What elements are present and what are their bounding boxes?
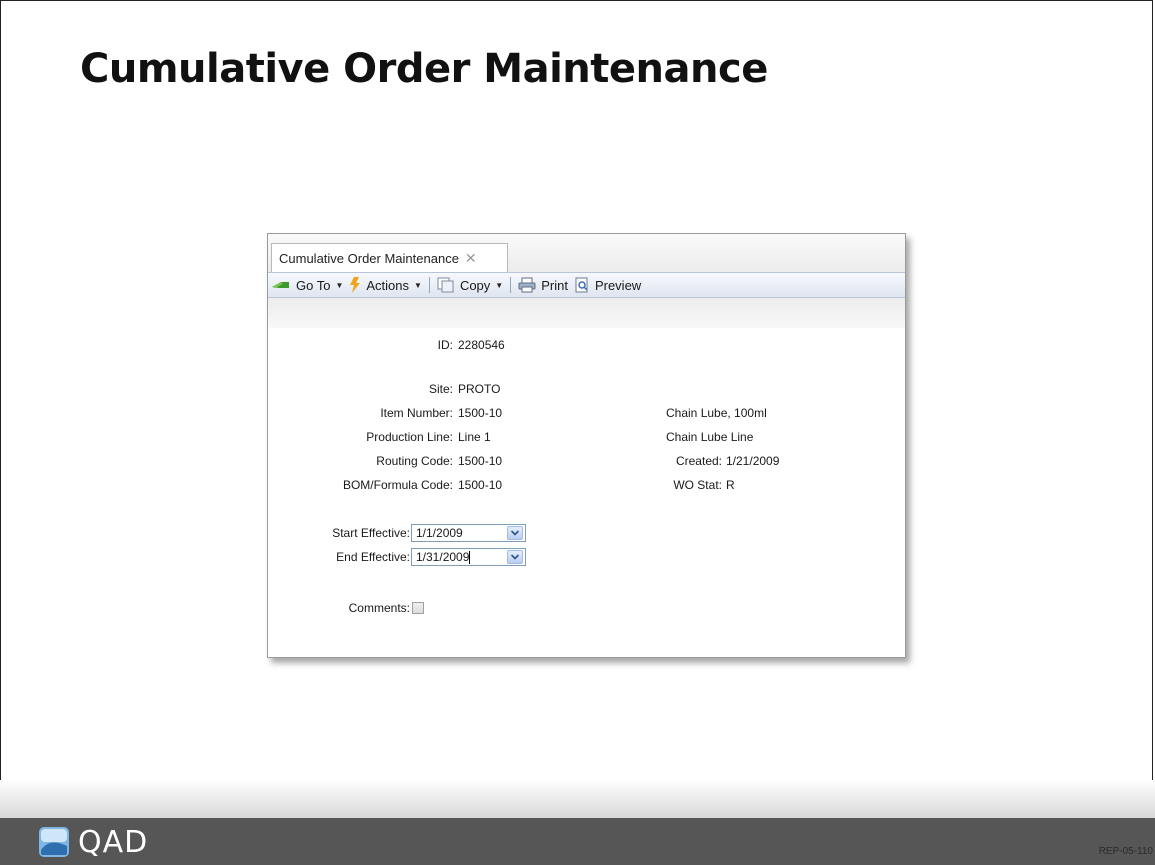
wo-stat-label: WO Stat: <box>673 478 722 492</box>
bom-formula-code-value[interactable]: 1500-10 <box>458 478 502 492</box>
copy-label: Copy <box>459 277 491 293</box>
toolbar: Go To ▼ Actions ▼ Copy ▼ Print Preview <box>268 272 905 298</box>
qad-logo-icon <box>39 827 69 857</box>
goto-label: Go To <box>296 277 331 293</box>
calendar-dropdown-button[interactable] <box>507 550 523 564</box>
actions-label: Actions <box>366 277 410 293</box>
copy-icon <box>437 277 454 293</box>
tab-strip: Cumulative Order Maintenance ✕ <box>268 234 905 272</box>
qad-logo: QAD <box>38 823 148 861</box>
comments-label: Comments: <box>348 601 410 615</box>
start-effective-label: Start Effective: <box>332 526 410 540</box>
routing-code-label: Routing Code: <box>376 454 453 468</box>
tab-cumulative-order-maintenance[interactable]: Cumulative Order Maintenance ✕ <box>271 243 508 272</box>
goto-arrow-icon <box>272 282 289 288</box>
chevron-down-icon: ▼ <box>335 280 344 290</box>
wo-stat-value: R <box>726 478 735 492</box>
toolbar-separator <box>428 277 430 293</box>
app-window: Cumulative Order Maintenance ✕ Go To ▼ A… <box>267 233 906 658</box>
lightning-icon <box>350 277 361 293</box>
comments-checkbox[interactable] <box>412 602 424 614</box>
chevron-down-icon <box>511 554 519 560</box>
footer-fade <box>0 780 1155 818</box>
preview-button[interactable]: Preview <box>571 273 644 297</box>
item-description: Chain Lube, 100ml <box>666 406 767 420</box>
routing-code-value[interactable]: 1500-10 <box>458 454 502 468</box>
printer-icon <box>518 277 536 293</box>
end-effective-value[interactable]: 1/31/2009 <box>416 550 469 564</box>
created-label: Created: <box>675 454 722 468</box>
item-number-label: Item Number: <box>380 406 453 420</box>
site-value[interactable]: PROTO <box>458 382 500 396</box>
production-line-label: Production Line: <box>366 430 453 444</box>
footer-bar: QAD REP-05-110 <box>0 818 1155 865</box>
order-form: ID: 2280546 Site: PROTO Item Number: 150… <box>268 328 905 657</box>
item-number-value[interactable]: 1500-10 <box>458 406 502 420</box>
id-value[interactable]: 2280546 <box>458 338 505 352</box>
actions-button[interactable]: Actions ▼ <box>346 273 425 297</box>
start-effective-value[interactable]: 1/1/2009 <box>412 526 507 540</box>
goto-button[interactable]: Go To ▼ <box>268 273 346 297</box>
qad-logo-text: QAD <box>78 824 149 860</box>
header-band <box>268 298 905 328</box>
end-effective-field[interactable]: 1/31/2009 <box>411 548 526 566</box>
chevron-down-icon <box>511 530 519 536</box>
chevron-down-icon: ▼ <box>414 280 422 290</box>
tab-label: Cumulative Order Maintenance <box>279 250 459 266</box>
text-cursor <box>469 551 471 565</box>
print-label: Print <box>541 277 568 293</box>
id-label: ID: <box>437 338 453 352</box>
toolbar-separator <box>510 277 512 293</box>
print-button[interactable]: Print <box>515 273 571 297</box>
preview-icon <box>575 277 588 293</box>
slide-title: Cumulative Order Maintenance <box>80 46 768 92</box>
slide-code: REP-05-110 <box>1098 846 1153 857</box>
end-effective-label: End Effective: <box>336 550 410 564</box>
created-value: 1/21/2009 <box>726 454 780 468</box>
copy-button[interactable]: Copy ▼ <box>434 273 506 297</box>
chevron-down-icon: ▼ <box>495 280 504 290</box>
start-effective-field[interactable]: 1/1/2009 <box>411 524 526 542</box>
site-label: Site: <box>428 382 453 396</box>
production-line-description: Chain Lube Line <box>666 430 754 444</box>
bom-formula-code-label: BOM/Formula Code: <box>342 478 453 492</box>
preview-label: Preview <box>594 277 642 293</box>
production-line-value[interactable]: Line 1 <box>458 430 491 444</box>
calendar-dropdown-button[interactable] <box>507 526 523 540</box>
close-icon[interactable]: ✕ <box>465 251 477 265</box>
